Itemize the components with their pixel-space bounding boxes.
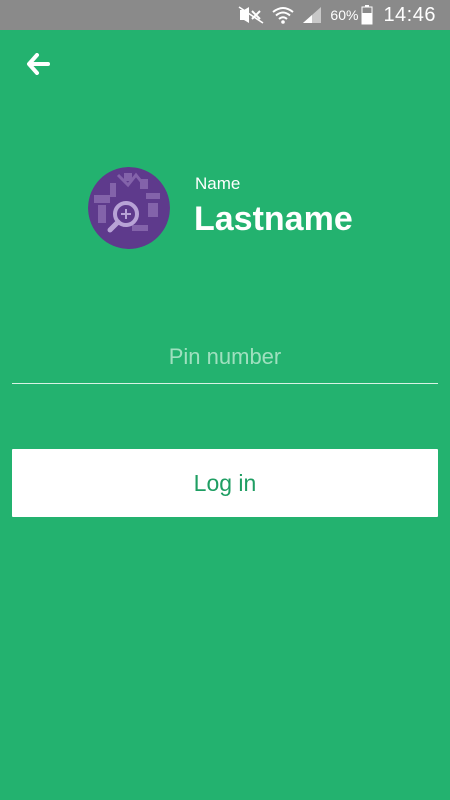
mute-icon bbox=[238, 6, 264, 24]
battery-percent: 60% bbox=[330, 7, 359, 23]
back-button[interactable] bbox=[20, 46, 56, 82]
status-icons: 60% 14:46 bbox=[238, 4, 436, 27]
first-name-label: Name bbox=[195, 174, 241, 193]
status-bar: 60% 14:46 bbox=[0, 0, 450, 30]
signal-icon bbox=[302, 6, 322, 24]
avatar bbox=[88, 167, 170, 249]
pin-input[interactable] bbox=[12, 330, 438, 384]
clock: 14:46 bbox=[383, 3, 436, 26]
last-name-label: Lastname bbox=[194, 200, 353, 238]
battery-icon bbox=[361, 5, 373, 25]
arrow-left-icon bbox=[27, 53, 50, 75]
login-button[interactable]: Log in bbox=[12, 449, 438, 517]
wifi-icon bbox=[272, 6, 295, 24]
